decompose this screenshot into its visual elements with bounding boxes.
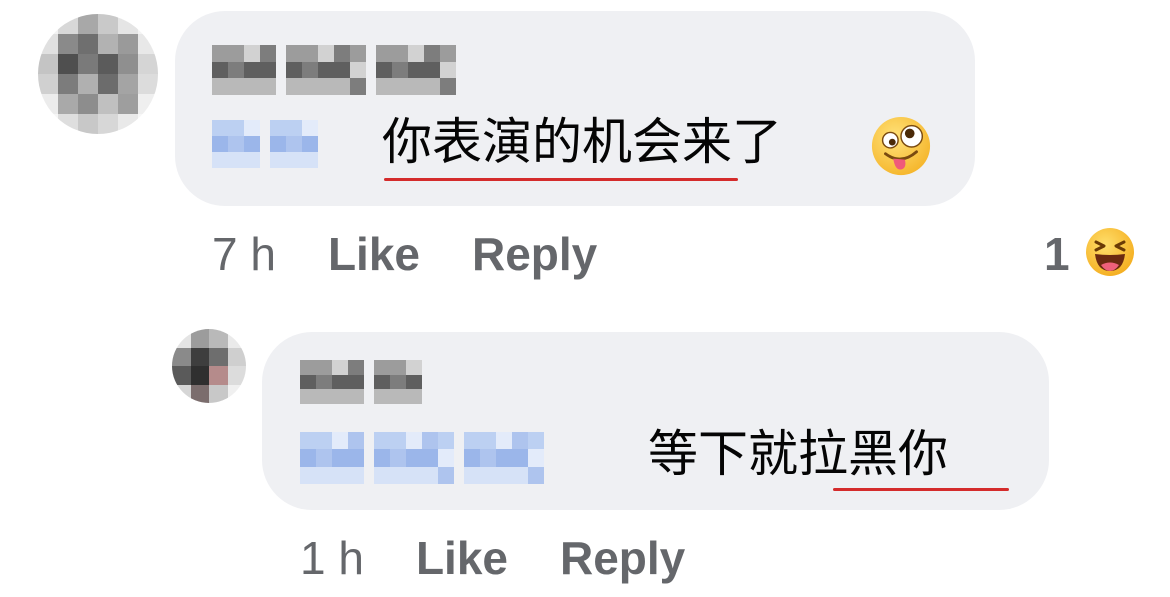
comment-actions: 1 h Like Reply bbox=[300, 530, 737, 586]
spellcheck-underline bbox=[384, 178, 738, 181]
reply-button[interactable]: Reply bbox=[560, 530, 685, 586]
comment-timestamp[interactable]: 7 h bbox=[212, 226, 276, 282]
mention-tag-redacted[interactable] bbox=[300, 432, 544, 484]
reaction-count[interactable]: 1 bbox=[1044, 226, 1070, 282]
spellcheck-underline bbox=[833, 488, 1009, 491]
comment-text: 等下就拉黑你 bbox=[648, 425, 948, 483]
like-button[interactable]: Like bbox=[328, 226, 420, 282]
commenter-avatar[interactable] bbox=[38, 14, 158, 134]
replier-avatar[interactable] bbox=[172, 329, 246, 403]
mention-tag-redacted[interactable] bbox=[212, 120, 318, 168]
reply-button[interactable]: Reply bbox=[472, 226, 597, 282]
comment-timestamp[interactable]: 1 h bbox=[300, 530, 364, 586]
comment-bubble bbox=[175, 11, 975, 206]
comment-actions: 7 h Like Reply bbox=[212, 226, 649, 282]
author-name-redacted[interactable] bbox=[212, 45, 456, 95]
comment-text: 你表演的机会来了 bbox=[382, 113, 782, 171]
laughing-face-emoji[interactable] bbox=[1085, 227, 1135, 277]
zany-face-emoji bbox=[871, 116, 931, 176]
author-name-redacted[interactable] bbox=[300, 360, 422, 404]
like-button[interactable]: Like bbox=[416, 530, 508, 586]
